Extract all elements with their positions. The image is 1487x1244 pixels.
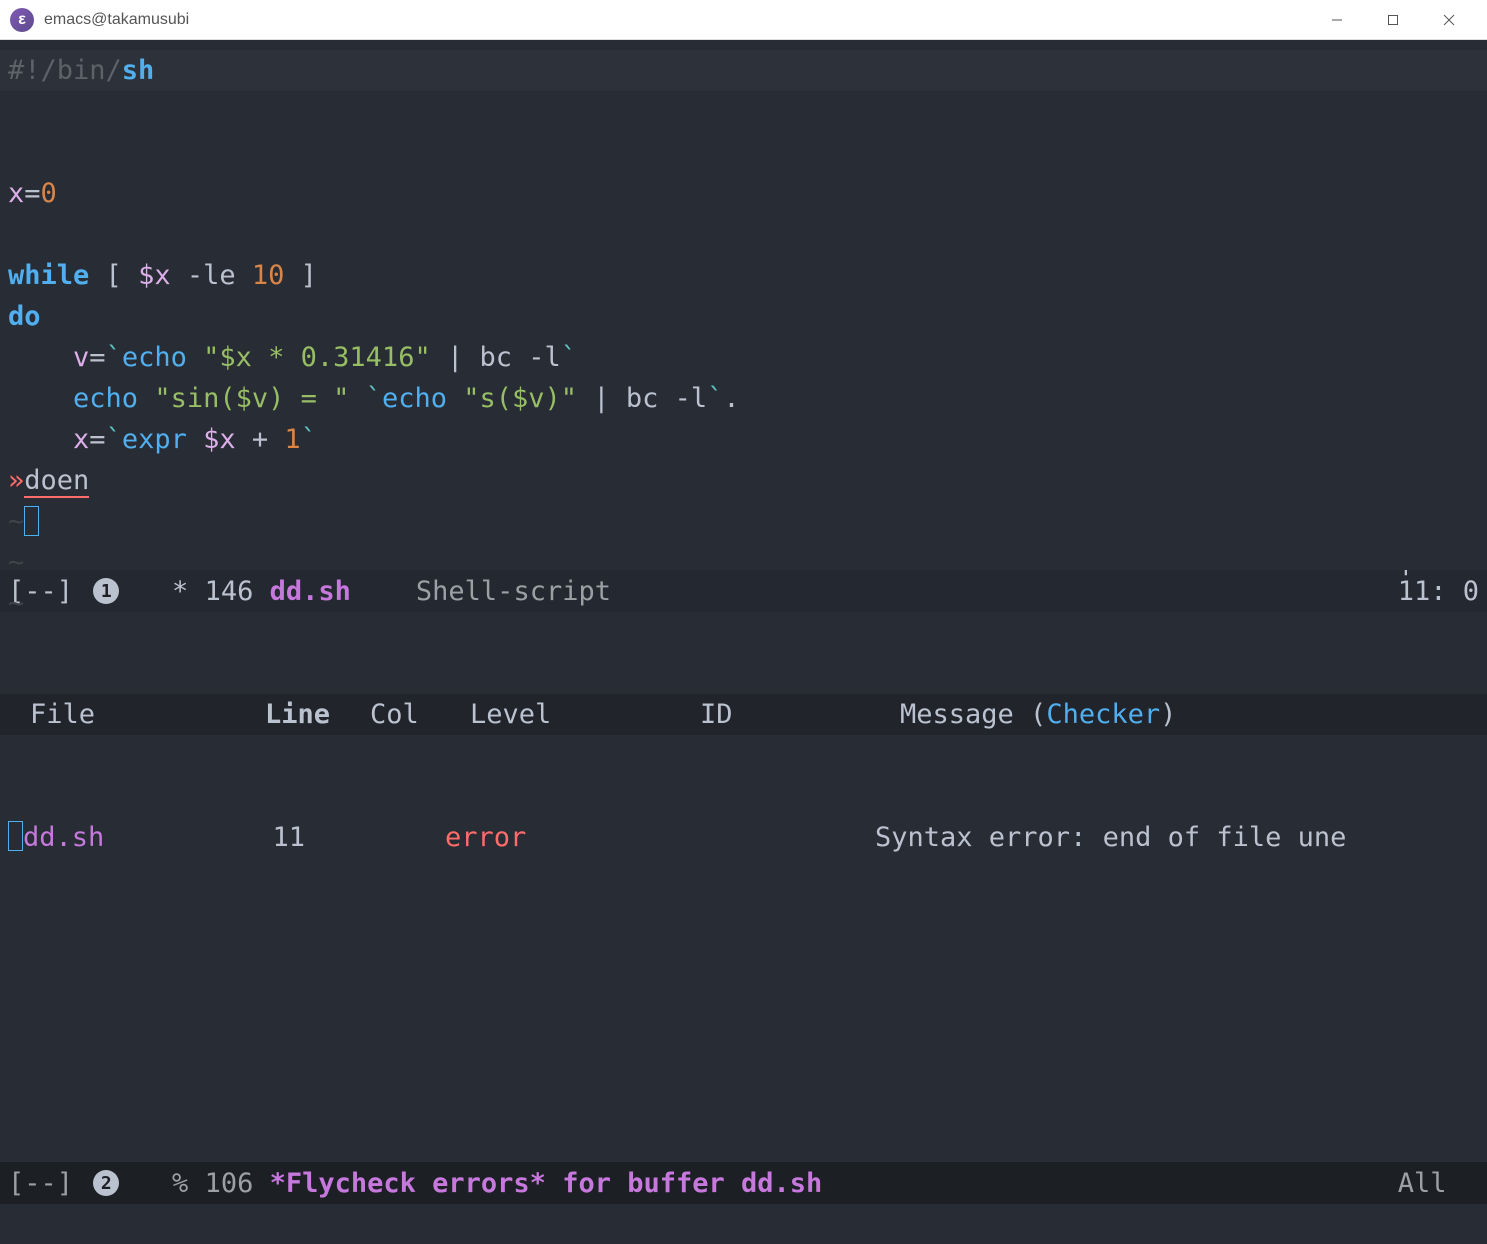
error-fringe-marker: » bbox=[8, 465, 24, 496]
ml2-buffer-name: *Flycheck errors* bbox=[270, 1168, 546, 1199]
ml2-size: 106 bbox=[205, 1168, 270, 1199]
titlebar-left: ε emacs@takamusubi bbox=[10, 8, 189, 32]
close-button[interactable] bbox=[1421, 0, 1477, 40]
flycheck-error-row[interactable]: dd.sh 11 error Syntax error: end of file… bbox=[0, 817, 1487, 858]
err-col bbox=[345, 817, 445, 858]
err-file: dd.sh bbox=[23, 822, 104, 853]
empty-line-tilde: ~ bbox=[8, 547, 24, 578]
err-line: 11 bbox=[215, 817, 345, 858]
editor-pane[interactable]: #!/bin/sh x=0 while [ $x -le 10 ] do v=`… bbox=[0, 40, 1487, 570]
shebang-path: /bin/ bbox=[41, 55, 122, 86]
col-line[interactable]: Line bbox=[240, 694, 370, 735]
ml2-percent: All bbox=[1398, 1168, 1479, 1199]
shebang-prefix: #! bbox=[8, 55, 41, 86]
empty-line-tilde: ~ bbox=[8, 588, 24, 619]
err-id bbox=[675, 817, 875, 858]
flycheck-pane[interactable]: File Line Col Level ID Message (Checker)… bbox=[0, 612, 1487, 1162]
col-level[interactable]: Level bbox=[470, 694, 700, 735]
flycheck-header: File Line Col Level ID Message (Checker) bbox=[0, 694, 1487, 735]
maximize-button[interactable] bbox=[1365, 0, 1421, 40]
flycheck-cursor bbox=[8, 821, 23, 851]
minibuffer[interactable] bbox=[0, 1204, 1487, 1244]
window-titlebar: ε emacs@takamusubi bbox=[0, 0, 1487, 40]
emacs-icon: ε bbox=[10, 8, 34, 32]
window-title: emacs@takamusubi bbox=[44, 11, 189, 29]
window-number-badge: 2 bbox=[93, 1170, 119, 1196]
minimize-button[interactable] bbox=[1309, 0, 1365, 40]
var-x: x bbox=[8, 178, 24, 209]
col-id[interactable]: ID bbox=[700, 694, 900, 735]
shebang-cmd: sh bbox=[122, 55, 155, 86]
kw-do: do bbox=[8, 301, 41, 332]
err-message: Syntax error: end of file une bbox=[875, 817, 1477, 858]
modeline-flycheck[interactable]: [--] 2 % 106 *Flycheck errors* for buffe… bbox=[0, 1162, 1487, 1204]
col-file[interactable]: File bbox=[30, 694, 240, 735]
ml2-status: [--] bbox=[8, 1168, 89, 1199]
empty-line-tilde: ~ bbox=[8, 506, 24, 537]
token-doen: doen bbox=[24, 465, 89, 498]
cursor bbox=[24, 506, 39, 536]
err-level: error bbox=[445, 817, 675, 858]
col-message[interactable]: Message (Checker) bbox=[900, 694, 1477, 735]
col-col[interactable]: Col bbox=[370, 694, 470, 735]
window-controls bbox=[1309, 0, 1477, 40]
kw-while: while bbox=[8, 260, 89, 291]
